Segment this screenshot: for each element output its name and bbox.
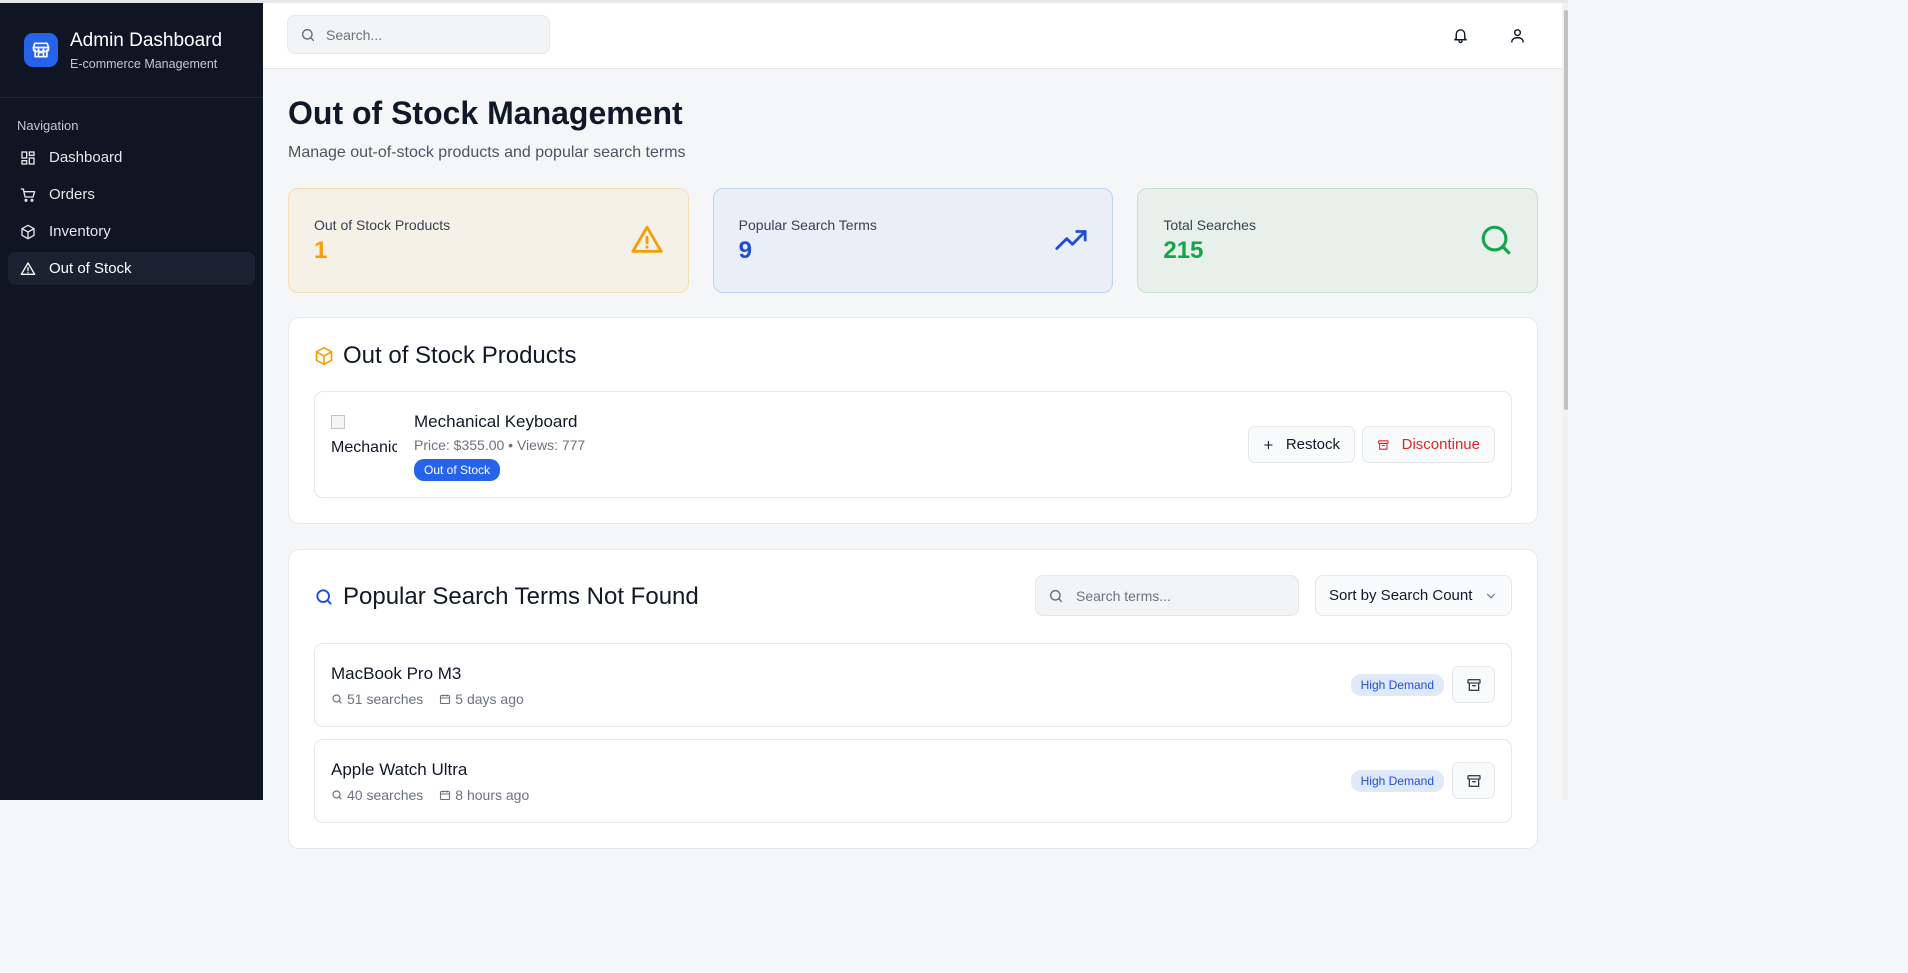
sidebar-item-label: Out of Stock — [49, 260, 132, 277]
section-title: Out of Stock Products — [314, 342, 1512, 370]
search-icon — [332, 694, 342, 704]
calendar-icon — [440, 694, 451, 705]
stats-row: Out of Stock Products 1 Popular Search T… — [288, 188, 1539, 293]
page-subtitle: Manage out-of-stock products and popular… — [288, 144, 686, 161]
sort-select-value: Sort by Search Count — [1329, 587, 1473, 604]
sidebar-nav: Dashboard Orders Inventory Out of Stock — [0, 133, 263, 285]
box-icon — [315, 346, 333, 366]
global-search-input[interactable] — [326, 26, 536, 43]
archive-term-button[interactable] — [1452, 762, 1495, 799]
search-count: 51 searches — [347, 691, 424, 707]
search-icon — [301, 28, 315, 41]
search-term-row: Apple Watch Ultra 40 searches 8 hours ag… — [314, 739, 1512, 823]
section-title: Popular Search Terms Not Found — [314, 583, 699, 611]
restock-label: Restock — [1285, 436, 1340, 453]
page-title: Out of Stock Management — [288, 95, 683, 131]
bell-icon — [1453, 28, 1467, 43]
discontinue-button[interactable]: Discontinue — [1362, 426, 1495, 463]
sidebar-item-out-of-stock[interactable]: Out of Stock — [8, 252, 255, 285]
demand-badge: High Demand — [1350, 674, 1444, 696]
nav-heading: Navigation — [17, 118, 79, 133]
search-terms-card: Popular Search Terms Not Found Sort by S… — [288, 549, 1538, 849]
discontinue-label: Discontinue — [1401, 436, 1480, 453]
search-term-meta: 40 searches 8 hours ago — [331, 787, 529, 803]
product-name: Mechanical Keyboard — [414, 412, 578, 431]
archive-icon — [1466, 774, 1481, 787]
last-searched: 8 hours ago — [455, 787, 530, 803]
status-badge: Out of Stock — [414, 459, 501, 481]
search-term-name: MacBook Pro M3 — [331, 664, 462, 683]
user-menu-button[interactable] — [1504, 22, 1530, 48]
stat-card-search-terms: Popular Search Terms 9 — [712, 188, 1114, 293]
warning-triangle-icon — [20, 261, 36, 275]
chevron-down-icon — [1486, 593, 1496, 599]
sidebar-item-label: Dashboard — [49, 149, 123, 166]
search-icon — [332, 790, 342, 800]
search-icon — [1049, 589, 1063, 602]
search-count: 40 searches — [347, 787, 424, 803]
sidebar-item-dashboard[interactable]: Dashboard — [8, 141, 255, 174]
broken-image-icon — [331, 415, 345, 429]
restock-button[interactable]: Restock — [1248, 426, 1355, 463]
stat-card-out-of-stock: Out of Stock Products 1 — [288, 188, 689, 293]
global-search[interactable] — [287, 15, 550, 54]
trending-up-icon — [1055, 230, 1087, 250]
search-term-meta: 51 searches 5 days ago — [331, 691, 524, 707]
sidebar-item-label: Orders — [49, 186, 95, 203]
out-of-stock-products-card: Out of Stock Products Mechanical Keyboar… — [288, 317, 1538, 524]
product-meta: Price: $355.00 • Views: 777 — [414, 437, 586, 453]
app-title: Admin Dashboard — [70, 29, 223, 51]
archive-icon — [1378, 439, 1389, 450]
terms-filter[interactable] — [1035, 575, 1299, 616]
sidebar-item-orders[interactable]: Orders — [8, 178, 255, 211]
stat-card-total-searches: Total Searches 215 — [1137, 188, 1539, 293]
sort-select[interactable]: Sort by Search Count — [1315, 575, 1512, 616]
main-content: Out of Stock Management Manage out-of-st… — [288, 69, 1539, 849]
demand-badge: High Demand — [1350, 770, 1444, 792]
app-subtitle: E-commerce Management — [70, 56, 218, 71]
archive-term-button[interactable] — [1452, 666, 1495, 703]
top-header — [263, 3, 1562, 69]
dashboard-grid-icon — [21, 150, 35, 165]
section-title-text: Out of Stock Products — [343, 342, 577, 369]
cart-icon — [20, 187, 36, 202]
page-scrollbar-thumb[interactable] — [1564, 10, 1568, 410]
sidebar: Admin Dashboard E-commerce Management Na… — [0, 3, 263, 800]
archive-icon — [1466, 678, 1481, 691]
notifications-button[interactable] — [1447, 22, 1473, 48]
product-row: Mechanical Keyboard Mechanical Keyboard … — [314, 391, 1512, 498]
search-terms-header: Popular Search Terms Not Found Sort by S… — [314, 550, 1512, 643]
plus-icon — [1264, 440, 1273, 449]
user-icon — [1510, 28, 1524, 43]
box-icon — [21, 224, 35, 239]
calendar-icon — [440, 790, 451, 801]
search-term-row: MacBook Pro M3 51 searches 5 days ago Hi… — [314, 643, 1512, 727]
product-image-alt: Mechanical Keyboard — [331, 439, 397, 456]
product-image: Mechanical Keyboard — [331, 410, 397, 476]
section-title-text: Popular Search Terms Not Found — [343, 582, 699, 610]
warning-triangle-icon — [631, 225, 663, 253]
search-icon — [316, 588, 332, 605]
search-icon — [1481, 225, 1511, 255]
sidebar-item-inventory[interactable]: Inventory — [8, 215, 255, 248]
last-searched: 5 days ago — [455, 691, 524, 707]
terms-filter-input[interactable] — [1076, 587, 1276, 604]
store-icon — [24, 33, 58, 67]
sidebar-item-label: Inventory — [49, 223, 111, 240]
search-term-name: Apple Watch Ultra — [331, 760, 468, 779]
brand: Admin Dashboard E-commerce Management — [0, 3, 263, 98]
